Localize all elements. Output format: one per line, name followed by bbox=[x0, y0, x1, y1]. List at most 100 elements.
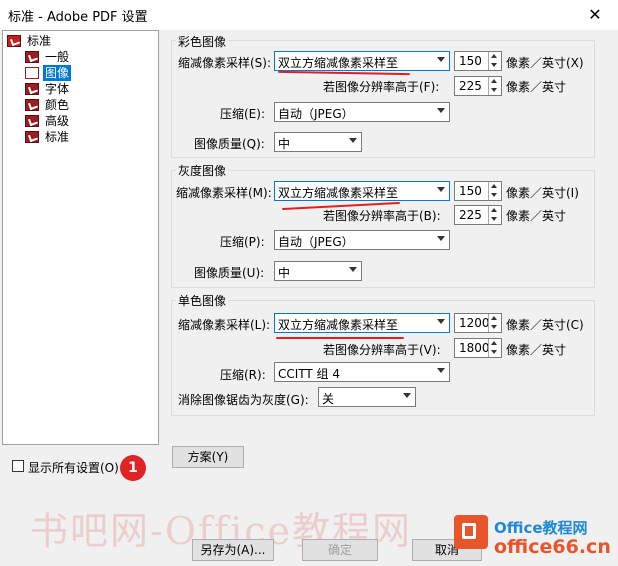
folder-open-icon bbox=[25, 67, 39, 79]
downsample-label: 缩减像素采样(M): bbox=[176, 186, 272, 200]
pdf-icon bbox=[25, 51, 39, 63]
mono-compression-select[interactable]: CCITT 组 4 bbox=[274, 362, 450, 382]
unit-label: 像素／英寸(C) bbox=[506, 318, 584, 332]
chevron-down-icon bbox=[349, 138, 357, 143]
unit-label: 像素／英寸 bbox=[506, 343, 567, 357]
arrow-up-icon bbox=[491, 341, 497, 345]
select-value: 双立方缩减像素采样至 bbox=[278, 56, 399, 70]
pdf-icon bbox=[25, 131, 39, 143]
compression-label: 压缩(R): bbox=[220, 368, 266, 382]
stepper-value: 1800 bbox=[459, 341, 490, 355]
select-value: 中 bbox=[278, 137, 291, 151]
group-title-mono: 单色图像 bbox=[176, 292, 229, 309]
group-title-gray: 灰度图像 bbox=[176, 162, 229, 179]
unit-label: 像素／英寸(I) bbox=[506, 186, 579, 200]
select-value: 自动（JPEG） bbox=[278, 107, 354, 121]
gray-above-stepper[interactable]: 225 bbox=[454, 205, 502, 225]
tree-item-label: 标准 bbox=[27, 34, 52, 48]
above-label: 若图像分辨率高于(B): bbox=[323, 209, 441, 223]
select-value: 关 bbox=[322, 392, 335, 406]
spin-buttons[interactable] bbox=[488, 206, 501, 224]
arrow-down-icon bbox=[491, 350, 497, 354]
select-value: 自动（JPEG） bbox=[278, 235, 354, 249]
stepper-value: 1200 bbox=[459, 316, 490, 330]
group-title-color: 彩色图像 bbox=[176, 33, 229, 50]
chevron-down-icon bbox=[437, 108, 445, 113]
chevron-down-icon bbox=[437, 57, 445, 62]
save-as-button[interactable]: 另存为(A)... bbox=[192, 539, 274, 561]
spin-buttons[interactable] bbox=[488, 52, 501, 70]
arrow-down-icon bbox=[491, 325, 497, 329]
color-downsample-select[interactable]: 双立方缩减像素采样至 bbox=[274, 51, 450, 71]
downsample-label: 缩减像素采样(L): bbox=[178, 318, 271, 332]
arrow-up-icon bbox=[491, 54, 497, 58]
arrow-up-icon bbox=[491, 79, 497, 83]
select-value: 双立方缩减像素采样至 bbox=[278, 318, 399, 332]
arrow-down-icon bbox=[491, 63, 497, 67]
gray-compression-select[interactable]: 自动（JPEG） bbox=[274, 230, 450, 250]
unit-label: 像素／英寸(X) bbox=[506, 56, 584, 70]
gray-quality-select[interactable]: 中 bbox=[274, 261, 362, 281]
arrow-up-icon bbox=[491, 184, 497, 188]
above-label: 若图像分辨率高于(F): bbox=[323, 80, 440, 94]
stepper-value: 150 bbox=[459, 184, 482, 198]
tree-item-label: 一般 bbox=[45, 50, 70, 64]
spin-buttons[interactable] bbox=[488, 339, 501, 357]
tree-item-label: 字体 bbox=[45, 82, 70, 96]
arrow-down-icon bbox=[491, 88, 497, 92]
ok-button[interactable]: 确定 bbox=[302, 539, 378, 561]
unit-label: 像素／英寸 bbox=[506, 80, 567, 94]
stepper-value: 150 bbox=[459, 54, 482, 68]
chevron-down-icon bbox=[349, 267, 357, 272]
arrow-down-icon bbox=[491, 217, 497, 221]
tree-item-label: 高级 bbox=[45, 114, 70, 128]
tree-item-label: 标准 bbox=[45, 130, 70, 144]
pdf-icon bbox=[25, 83, 39, 95]
quality-label: 图像质量(U): bbox=[194, 266, 265, 280]
mono-downsample-select[interactable]: 双立方缩减像素采样至 bbox=[274, 313, 450, 333]
spin-buttons[interactable] bbox=[488, 314, 501, 332]
watermark-site-name: Office教程网 bbox=[494, 519, 588, 537]
office-logo-icon bbox=[454, 515, 488, 549]
mono-antialias-select[interactable]: 关 bbox=[318, 387, 416, 407]
spin-buttons[interactable] bbox=[488, 77, 501, 95]
select-value: 双立方缩减像素采样至 bbox=[278, 186, 399, 200]
color-compression-select[interactable]: 自动（JPEG） bbox=[274, 102, 450, 122]
tree-item-label: 颜色 bbox=[45, 98, 70, 112]
antialias-label: 消除图像锯齿为灰度(G): bbox=[178, 393, 309, 407]
chevron-down-icon bbox=[437, 187, 445, 192]
window-title: 标准 - Adobe PDF 设置 bbox=[8, 10, 148, 25]
chevron-down-icon bbox=[437, 236, 445, 241]
mono-resolution-stepper[interactable]: 1200 bbox=[454, 313, 502, 333]
select-value: 中 bbox=[278, 266, 291, 280]
color-resolution-stepper[interactable]: 150 bbox=[454, 51, 502, 71]
step-badge: 1 bbox=[120, 455, 146, 481]
watermark-site-url: office66.cn bbox=[494, 536, 611, 558]
select-value: CCITT 组 4 bbox=[278, 367, 341, 381]
gray-resolution-stepper[interactable]: 150 bbox=[454, 181, 502, 201]
close-icon[interactable]: ✕ bbox=[572, 0, 618, 30]
color-above-stepper[interactable]: 225 bbox=[454, 76, 502, 96]
downsample-label: 缩减像素采样(S): bbox=[178, 56, 272, 70]
stepper-value: 225 bbox=[459, 79, 482, 93]
mono-above-stepper[interactable]: 1800 bbox=[454, 338, 502, 358]
title-bar: 标准 - Adobe PDF 设置 ✕ bbox=[0, 0, 618, 30]
quality-label: 图像质量(Q): bbox=[194, 137, 265, 151]
show-all-checkbox[interactable] bbox=[12, 460, 24, 472]
chevron-down-icon bbox=[437, 319, 445, 324]
arrow-down-icon bbox=[491, 193, 497, 197]
show-all-label: 显示所有设置(O) bbox=[28, 461, 119, 475]
chevron-down-icon bbox=[403, 393, 411, 398]
chevron-down-icon bbox=[437, 368, 445, 373]
tree-item-label: 图像 bbox=[43, 65, 72, 81]
compression-label: 压缩(P): bbox=[220, 235, 265, 249]
scheme-button[interactable]: 方案(Y) bbox=[172, 446, 244, 468]
arrow-up-icon bbox=[491, 208, 497, 212]
color-quality-select[interactable]: 中 bbox=[274, 132, 362, 152]
spin-buttons[interactable] bbox=[488, 182, 501, 200]
above-label: 若图像分辨率高于(V): bbox=[323, 343, 441, 357]
settings-tree: 标准 一般 图像 字体 颜色 高级 标准 bbox=[2, 30, 159, 445]
gray-downsample-select[interactable]: 双立方缩减像素采样至 bbox=[274, 181, 450, 201]
pdf-icon bbox=[25, 99, 39, 111]
arrow-up-icon bbox=[491, 316, 497, 320]
